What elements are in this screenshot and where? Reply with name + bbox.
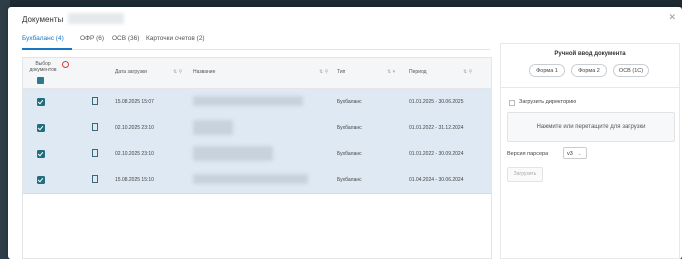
cell-date: 02.10.2025 23:10	[115, 125, 154, 131]
app-header-bar	[0, 0, 682, 7]
cell-type: Бухбаланс	[337, 125, 362, 131]
redacted-name	[193, 96, 303, 106]
row-checkbox[interactable]	[37, 98, 45, 106]
header-name[interactable]: Название	[193, 69, 215, 75]
table-row[interactable]: 02.10.2025 23:10 Бухбаланс 01.01.2022 - …	[23, 115, 491, 142]
form2-button[interactable]: Форма 2	[571, 64, 607, 77]
parser-version-label: Версия парсера	[507, 151, 549, 157]
header-date[interactable]: Дата загрузки	[115, 69, 147, 75]
osv-1c-button[interactable]: ОСВ (1С)	[613, 64, 649, 77]
dialog-title: Документы	[22, 15, 64, 24]
documents-dialog: Документы ✕ Бухбаланс (4) ОФР (6) ОСВ (3…	[8, 7, 682, 259]
documents-table: Выбор документов Дата загрузки ⇅ ⚲ Назва…	[22, 57, 492, 259]
table-row[interactable]: 02.10.2025 23:10 Бухбаланс 01.01.2022 - …	[23, 141, 491, 168]
upload-button[interactable]: Загрузить	[507, 167, 543, 182]
tabs-divider	[22, 49, 490, 50]
upload-dropzone[interactable]: Нажмите или перетащите для загрузки	[507, 112, 675, 142]
manual-input-panel: Ручной ввод документа Форма 1 Форма 2 ОС…	[500, 43, 680, 259]
sort-icon[interactable]: ⇅ ⚲	[319, 69, 328, 75]
sort-icon[interactable]: ⇅ ⚲	[173, 69, 182, 75]
row-checkbox[interactable]	[37, 150, 45, 158]
cell-date: 15.08.2025 15:07	[115, 99, 154, 105]
document-icon[interactable]	[92, 149, 98, 157]
cell-type: Бухбаланс	[337, 151, 362, 157]
cell-date: 02.10.2025 23:10	[115, 151, 154, 157]
redacted-name	[193, 174, 308, 184]
redacted-name	[193, 146, 273, 161]
table-row[interactable]: 15.08.2025 15:07 Бухбаланс 01.01.2025 - …	[23, 89, 491, 116]
document-icon[interactable]	[92, 97, 98, 105]
panel-divider	[501, 87, 679, 88]
form1-button[interactable]: Форма 1	[529, 64, 565, 77]
tab-osv[interactable]: ОСВ (36)	[112, 35, 139, 42]
sort-icon[interactable]: ⇅ ⚲	[463, 69, 472, 75]
row-checkbox[interactable]	[37, 176, 45, 184]
cell-period: 01.01.2022 - 31.12.2024	[409, 125, 464, 131]
close-icon[interactable]: ✕	[668, 12, 676, 23]
table-header: Выбор документов Дата загрузки ⇅ ⚲ Назва…	[23, 58, 491, 89]
row-checkbox[interactable]	[37, 124, 45, 132]
document-icon[interactable]	[92, 123, 98, 131]
tab-account-cards[interactable]: Карточки счетов (2)	[146, 35, 205, 42]
tab-ofr[interactable]: ОФР (6)	[80, 35, 104, 42]
cell-type: Бухбаланс	[337, 99, 362, 105]
redacted-name	[193, 120, 233, 135]
cell-type: Бухбаланс	[337, 177, 362, 183]
cell-date: 15.08.2025 15:10	[115, 177, 154, 183]
active-tab-indicator	[22, 48, 72, 50]
cell-period: 01.01.2025 - 30.06.2025	[409, 99, 464, 105]
redacted-title-part	[68, 13, 124, 24]
header-period[interactable]: Период	[409, 69, 427, 75]
cell-period: 01.01.2022 - 30.09.2024	[409, 151, 464, 157]
parser-version-select[interactable]: v3 ⌄	[563, 147, 587, 159]
table-row[interactable]: 15.08.2025 15:10 Бухбаланс 01.04.2024 - …	[23, 167, 491, 194]
filter-icon[interactable]: ⇅ ▾	[387, 69, 395, 75]
info-icon[interactable]	[62, 61, 69, 68]
header-type[interactable]: Тип	[337, 69, 345, 75]
select-all-checkbox[interactable]	[37, 77, 44, 84]
chevron-down-icon: ⌄	[577, 151, 582, 157]
parser-version-value: v3	[567, 151, 573, 157]
upload-directory-label: Загрузить директорию	[519, 99, 577, 105]
tab-balance[interactable]: Бухбаланс (4)	[22, 35, 64, 42]
cell-period: 01.04.2024 - 30.06.2024	[409, 177, 464, 183]
document-icon[interactable]	[92, 175, 98, 183]
upload-directory-checkbox[interactable]	[509, 100, 515, 106]
manual-input-title: Ручной ввод документа	[554, 51, 626, 57]
header-select: Выбор документов	[29, 61, 57, 73]
